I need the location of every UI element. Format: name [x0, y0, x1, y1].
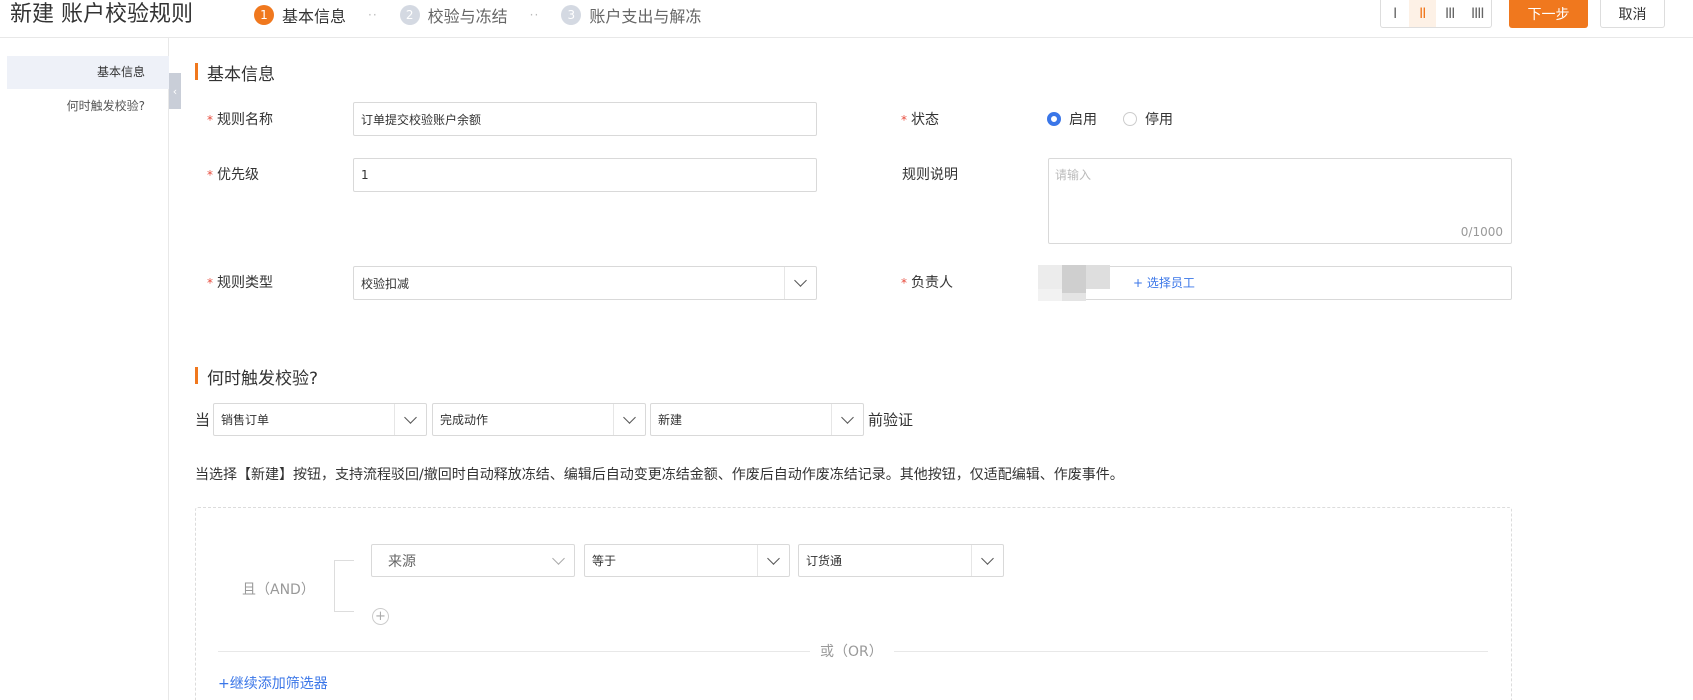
priority-label: * 优先级 [207, 164, 259, 184]
or-divider-label: 或（OR） [820, 644, 883, 660]
step-separator: ·· [529, 8, 540, 22]
status-enabled-radio[interactable]: 启用 [1047, 109, 1097, 129]
character-counter: 0/1000 [1460, 225, 1503, 239]
step-label: 基本信息 [282, 7, 347, 26]
step-indicator: 1 基本信息 ·· 2 校验与冻结 ·· 3 账户支出与解冻 [254, 3, 701, 27]
rule-name-label: * 规则名称 [207, 109, 273, 129]
chevron-down-icon [542, 545, 574, 576]
and-bracket [334, 560, 354, 612]
and-group-label: 且（AND） [242, 582, 315, 598]
step-verify-freeze[interactable]: 2 校验与冻结 [399, 3, 508, 27]
priority-input[interactable]: 1 [353, 158, 817, 192]
description-placeholder: 请输入 [1055, 168, 1092, 182]
header-bar: 新建 账户校验规则 1 基本信息 ·· 2 校验与冻结 ·· 3 账户支出与解冻… [0, 0, 1693, 38]
or-divider-line [894, 651, 1488, 652]
radio-label: 启用 [1069, 112, 1097, 128]
radio-checked-icon [1047, 112, 1061, 126]
layout-three-column-button[interactable]: III [1436, 0, 1464, 27]
rule-type-label-text: 规则类型 [217, 275, 273, 291]
status-disabled-radio[interactable]: 停用 [1123, 109, 1173, 129]
step-number: 3 [561, 5, 582, 25]
select-value: 等于 [592, 554, 617, 568]
avatar [1038, 265, 1120, 301]
trigger-button-select[interactable]: 新建 [650, 403, 864, 436]
section-title-basic-info: 基本信息 [195, 60, 275, 85]
layout-four-column-button[interactable]: IIII [1464, 0, 1492, 27]
trigger-hint-text: 当选择【新建】按钮，支持流程驳回/撤回时自动释放冻结、编辑后自动变更冻结金额、作… [195, 467, 1124, 483]
required-mark: * [207, 113, 213, 127]
owner-label-text: 负责人 [911, 275, 953, 291]
add-condition-icon[interactable]: + [372, 608, 389, 625]
priority-label-text: 优先级 [217, 167, 259, 183]
rule-description-textarea[interactable]: 请输入 0/1000 [1048, 158, 1512, 244]
chevron-down-icon [971, 545, 1003, 576]
trigger-action-select[interactable]: 完成动作 [432, 403, 646, 436]
step-expense-unfreeze[interactable]: 3 账户支出与解冻 [561, 3, 701, 27]
select-value: 完成动作 [440, 413, 489, 427]
trigger-object-select[interactable]: 销售订单 [213, 403, 427, 436]
required-mark: * [901, 276, 907, 290]
step-number: 1 [254, 5, 274, 25]
section-nav: 基本信息 何时触发校验? [0, 38, 169, 700]
rule-type-select[interactable]: 校验扣减 [353, 266, 817, 300]
collapse-chevron-icon[interactable]: ‹ [169, 73, 181, 109]
nav-item-trigger[interactable]: 何时触发校验? [7, 90, 169, 123]
chevron-down-icon [394, 404, 426, 435]
select-value: 销售订单 [221, 413, 270, 427]
layout-one-column-button[interactable]: I [1381, 0, 1409, 27]
required-mark: * [207, 276, 213, 290]
owner-label: * 负责人 [901, 272, 953, 292]
status-label-text: 状态 [911, 112, 939, 128]
owner-picker[interactable]: + 选择员工 [1038, 265, 1512, 301]
layout-two-column-button[interactable]: II [1408, 0, 1436, 27]
select-value: 新建 [658, 413, 683, 427]
when-prefix-label: 当 [195, 411, 211, 429]
radio-unchecked-icon [1123, 112, 1137, 126]
chevron-down-icon [831, 404, 863, 435]
rule-name-label-text: 规则名称 [217, 112, 273, 128]
nav-item-basic-info[interactable]: 基本信息 [7, 56, 169, 89]
radio-label: 停用 [1145, 112, 1173, 128]
section-title-trigger: 何时触发校验? [195, 364, 318, 389]
rule-type-label: * 规则类型 [207, 272, 273, 292]
next-step-button[interactable]: 下一步 [1509, 0, 1588, 28]
step-label: 校验与冻结 [427, 7, 508, 26]
chevron-down-icon [784, 267, 816, 299]
or-divider-line [218, 651, 810, 652]
chevron-down-icon [613, 404, 645, 435]
add-filter-link[interactable]: +继续添加筛选器 [218, 673, 328, 693]
chevron-down-icon [757, 545, 789, 576]
rule-name-input[interactable]: 订单提交校验账户余额 [353, 102, 817, 136]
select-value: 订货通 [806, 554, 843, 568]
rule-description-label: 规则说明 [902, 167, 958, 183]
select-staff-button[interactable]: + 选择员工 [1133, 267, 1195, 299]
before-verify-label: 前验证 [868, 411, 914, 429]
step-basic-info[interactable]: 1 基本信息 [254, 3, 346, 27]
condition-field-select[interactable]: 来源 [371, 544, 575, 577]
step-separator: ·· [368, 8, 378, 22]
required-mark: * [901, 113, 907, 127]
cancel-button[interactable]: 取消 [1600, 0, 1665, 28]
column-layout-switcher: I II III IIII [1380, 0, 1492, 28]
step-label: 账户支出与解冻 [589, 7, 702, 26]
step-number: 2 [399, 5, 420, 25]
select-value: 来源 [388, 553, 416, 570]
status-label: * 状态 [901, 109, 939, 129]
condition-operator-select[interactable]: 等于 [584, 544, 790, 577]
page-title: 新建 账户校验规则 [10, 2, 193, 27]
condition-value-select[interactable]: 订货通 [798, 544, 1004, 577]
select-value: 校验扣减 [361, 276, 410, 291]
required-mark: * [207, 168, 213, 182]
filter-group-panel: 且（AND） 来源 等于 订货通 + 或（OR） +继续添加筛选器 [195, 507, 1512, 700]
